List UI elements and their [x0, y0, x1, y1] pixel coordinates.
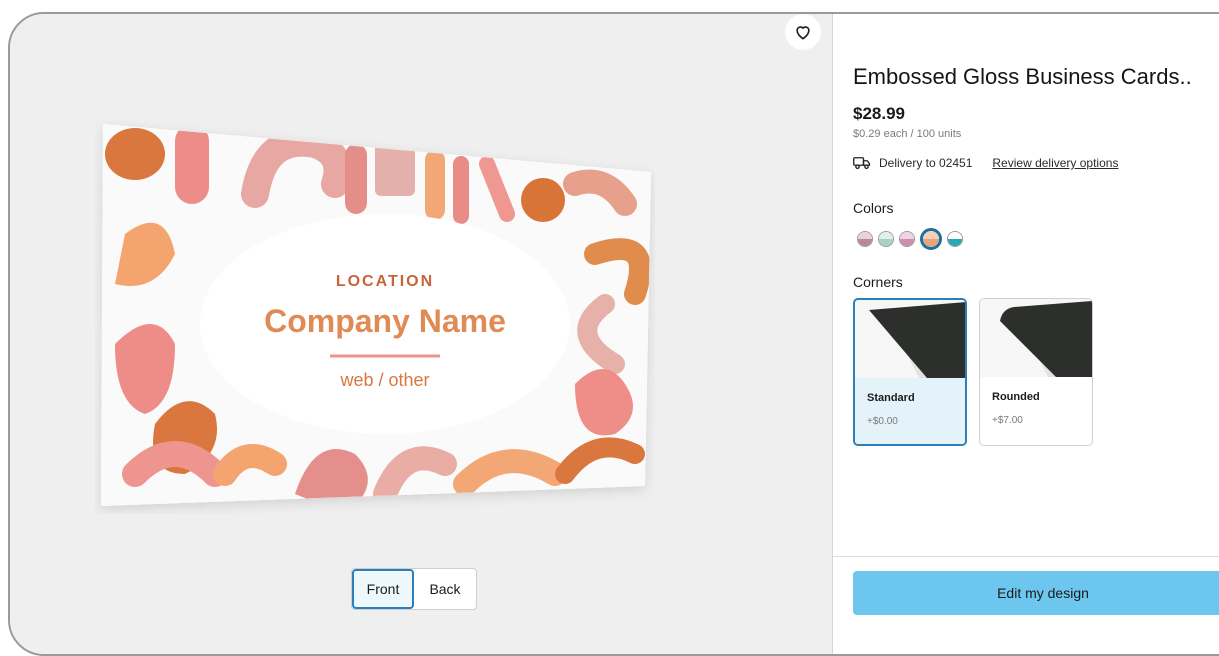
- truck-icon: [853, 157, 871, 170]
- color-swatches: [857, 228, 968, 250]
- color-swatch-pink[interactable]: [899, 231, 915, 247]
- product-preview: LOCATION Company Name web / other Front …: [10, 14, 833, 654]
- product-price: $28.99: [853, 104, 905, 123]
- favorite-button[interactable]: [785, 14, 821, 50]
- corner-option-rounded[interactable]: Rounded +$7.00: [979, 298, 1093, 446]
- standard-corner-thumbnail: [855, 300, 965, 378]
- review-delivery-link[interactable]: Review delivery options: [992, 156, 1118, 170]
- app-frame: LOCATION Company Name web / other Front …: [8, 12, 1219, 656]
- color-swatch-mauve[interactable]: [857, 231, 873, 247]
- card-web-text: web / other: [339, 370, 429, 390]
- color-swatch-teal[interactable]: [947, 231, 963, 247]
- card-face-toggle: Front Back: [351, 568, 477, 610]
- business-card-preview: LOCATION Company Name web / other: [95, 114, 655, 514]
- color-swatch-mint[interactable]: [878, 231, 894, 247]
- back-face-button[interactable]: Back: [414, 569, 476, 609]
- standard-corner-price: +$0.00: [867, 416, 898, 427]
- heart-icon: [796, 26, 810, 40]
- rounded-corner-thumbnail: [980, 299, 1092, 377]
- card-company-text: Company Name: [264, 303, 506, 339]
- rounded-corner-name: Rounded: [992, 391, 1040, 403]
- standard-corner-name: Standard: [867, 392, 915, 404]
- footer-divider: [833, 556, 1219, 557]
- corner-option-standard[interactable]: Standard +$0.00: [853, 298, 967, 446]
- product-options-panel: Embossed Gloss Business Cards.. $28.99 $…: [833, 14, 1219, 654]
- product-title: Embossed Gloss Business Cards..: [853, 64, 1192, 89]
- unit-price: $0.29 each / 100 units: [853, 128, 962, 140]
- corners-label: Corners: [853, 274, 903, 290]
- edit-my-design-button[interactable]: Edit my design: [853, 571, 1219, 615]
- delivery-info: Delivery to 02451 Review delivery option…: [853, 156, 1118, 170]
- front-face-button[interactable]: Front: [352, 569, 414, 609]
- colors-label: Colors: [853, 200, 894, 216]
- card-location-text: LOCATION: [336, 273, 434, 290]
- color-swatch-peach[interactable]: [920, 228, 942, 250]
- delivery-text: Delivery to 02451: [879, 156, 973, 170]
- rounded-corner-price: +$7.00: [992, 415, 1023, 426]
